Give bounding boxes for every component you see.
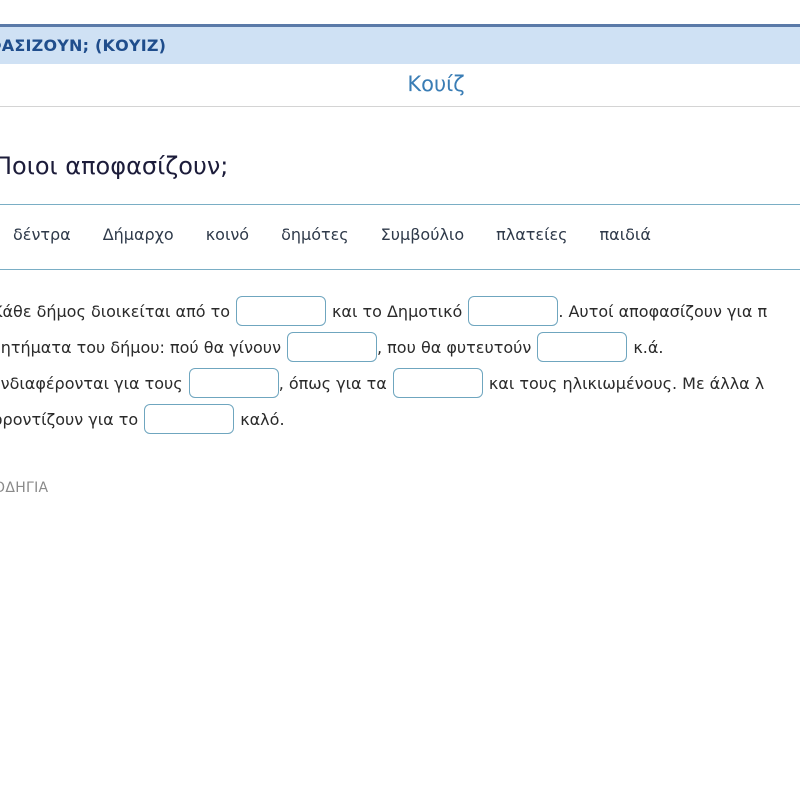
blank-drop-slot[interactable] <box>236 296 326 326</box>
passage-text: κ.ά. <box>633 337 664 357</box>
passage-text: φροντίζουν για το <box>0 409 139 429</box>
passage-text: και τους ηλικιωμένους. Με άλλα λ <box>488 373 765 393</box>
passage-text: και το Δημοτικό <box>332 301 463 321</box>
passage-text: ενδιαφέρονται για τους <box>0 373 183 393</box>
instructions-link[interactable]: ΟΔΗΓΙΑ <box>0 480 48 496</box>
divider <box>0 106 800 107</box>
fill-in-passage: Κάθε δήμος διοικείται από το και το Δημο… <box>0 293 800 437</box>
header-title: ΦΑΣΙΖΟΥΝ; (ΚΟΥΙΖ) <box>0 36 167 55</box>
word-bank-item[interactable]: δημότες <box>281 225 349 244</box>
word-bank: δέντρα Δήμαρχο κοινό δημότες Συμβούλιο π… <box>13 225 683 244</box>
word-bank-item[interactable]: Συμβούλιο <box>381 225 464 244</box>
blank-drop-slot[interactable] <box>392 368 483 398</box>
word-bank-item[interactable]: πλατείες <box>496 225 567 244</box>
blank-drop-slot[interactable] <box>537 332 628 362</box>
passage-line: ζητήματα του δήμου: πού θα γίνουν , που … <box>0 329 800 365</box>
word-bank-item[interactable]: κοινό <box>206 225 249 244</box>
quiz-heading: Ποιοι αποφασίζουν; <box>0 152 229 180</box>
passage-line: ενδιαφέρονται για τους , όπως για τα και… <box>0 365 800 401</box>
blank-drop-slot[interactable] <box>188 368 279 398</box>
passage-text: καλό. <box>240 409 285 429</box>
passage-text: Κάθε δήμος διοικείται από το <box>0 301 230 321</box>
word-bank-bottom-divider <box>0 269 800 270</box>
blank-drop-slot[interactable] <box>287 332 377 362</box>
passage-text: , όπως για τα <box>278 373 387 393</box>
word-bank-item[interactable]: Δήμαρχο <box>103 225 174 244</box>
passage-line: φροντίζουν για το καλό. <box>0 401 800 437</box>
passage-text: , που θα φυτευτούν <box>377 337 532 357</box>
word-bank-item[interactable]: δέντρα <box>13 225 71 244</box>
blank-drop-slot[interactable] <box>468 296 559 326</box>
word-bank-item[interactable]: παιδιά <box>600 225 651 244</box>
passage-text: ζητήματα του δήμου: πού θα γίνουν <box>0 337 281 357</box>
word-bank-top-divider <box>0 204 800 205</box>
tab-title-quiz[interactable]: Κουίζ <box>0 72 800 96</box>
passage-line: Κάθε δήμος διοικείται από το και το Δημο… <box>0 293 800 329</box>
quiz-page: ΦΑΣΙΖΟΥΝ; (ΚΟΥΙΖ) Κουίζ Ποιοι αποφασίζου… <box>0 0 800 800</box>
passage-text: . Αυτοί αποφασίζουν για π <box>558 301 768 321</box>
blank-drop-slot[interactable] <box>144 404 235 434</box>
